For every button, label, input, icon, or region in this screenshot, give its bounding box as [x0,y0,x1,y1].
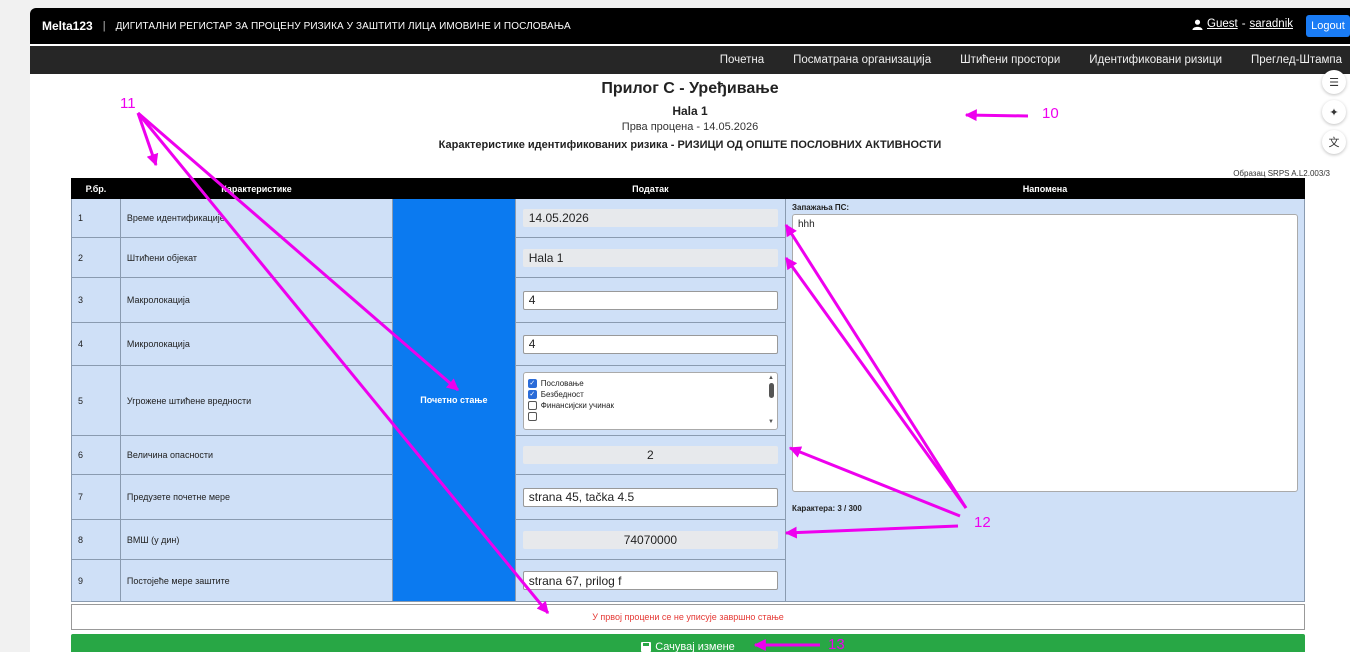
row-label: Угрожене штићене вредности [119,365,394,436]
final-state-message: У првој процени се не уписује завршно ст… [71,604,1305,630]
guest-link[interactable]: Guest [1207,18,1238,30]
row-number: 7 [71,474,121,520]
page-title: Прилог С - Уређивање [601,80,779,97]
object-name: Hala 1 [672,104,708,118]
floppy-disk-icon [641,642,652,652]
sparkle-icon[interactable]: ✦ [1322,100,1346,124]
save-button-label: Сачувај измене [655,641,735,652]
annotation-label-11: 11 [120,95,136,112]
microlocation-input[interactable]: 4 [522,334,778,354]
row-number: 5 [71,365,121,436]
nav-home[interactable]: Почетна [720,54,764,66]
vmsh-field: 74070000 [522,530,778,549]
checkbox-checked-icon[interactable]: ✓ [527,389,537,399]
option-business[interactable]: ✓ Пословање [527,378,777,389]
protected-object-field: Hala 1 [522,248,778,267]
row-label: Време идентификације [119,198,394,238]
row-number: 4 [71,322,121,366]
hazard-size-field: 2 [522,446,778,464]
multiselect-scrollbar[interactable]: ▲ ▼ [767,375,775,427]
macrolocation-input[interactable]: 4 [522,290,778,310]
scroll-thumb[interactable] [768,382,774,398]
row-label: Макролокација [119,277,394,323]
main-nav: Почетна Посматрана организација Штићени … [30,46,1350,74]
note-char-counter: Карактера: 3 / 300 [792,504,862,513]
initial-state-cell: Почетно стање [392,198,516,602]
row-label: Предузете почетне мере [119,474,394,520]
top-bar: Melta123 | ДИГИТАЛНИ РЕГИСТАР ЗА ПРОЦЕНУ… [30,8,1350,44]
page: Melta123 | ДИГИТАЛНИ РЕГИСТАР ЗА ПРОЦЕНУ… [30,8,1350,652]
annotation-label-13: 13 [828,636,845,652]
user-icon [1192,19,1203,30]
checkbox-empty-icon [527,411,537,421]
col-header-note: Напомена [785,178,1305,199]
username-link[interactable]: saradnik [1250,18,1293,30]
checkbox-checked-icon[interactable]: ✓ [527,378,537,388]
option-partial [527,411,777,422]
option-security[interactable]: ✓ Безбедност [527,389,777,400]
table-row: 1 Време идентификације Почетно стање 14.… [71,198,1305,602]
col-header-data: Податак [514,178,787,199]
scroll-down-icon[interactable]: ▼ [767,419,775,425]
app-title: ДИГИТАЛНИ РЕГИСТАР ЗА ПРОЦЕНУ РИЗИКА У З… [115,20,571,32]
logout-button[interactable]: Logout [1306,15,1350,37]
user-separator: - [1241,18,1246,30]
brand-logo[interactable]: Melta123 [42,19,93,33]
scroll-up-icon[interactable]: ▲ [767,375,775,381]
user-info: Guest - saradnik [1192,18,1293,30]
assessment-date: Прва процена - 14.05.2026 [621,121,759,133]
col-header-characteristics: Карактеристике [119,178,394,199]
save-changes-button[interactable]: Сачувај измене [71,634,1305,652]
nav-print-preview[interactable]: Преглед-Штампа [1251,54,1342,66]
note-textarea[interactable]: hhh [792,214,1298,492]
brand-separator: | [102,20,106,32]
col-header-num: Р.бр. [71,178,121,199]
side-toolbar: ☰ ✦ 文 [1322,70,1348,154]
col-header-state [392,178,516,199]
checkbox-empty-icon[interactable] [527,400,537,410]
risk-table: Р.бр. Карактеристике Податак Напомена 1 … [71,178,1305,602]
row-label: Штићени објекат [119,237,394,278]
annotation-label-10: 10 [1042,105,1059,122]
row-label: Микролокација [119,322,394,366]
book-icon[interactable]: ☰ [1322,70,1346,94]
form-code: Образац SRPS A.L2.003/3 [1233,169,1330,178]
annotation-label-12: 12 [974,514,991,531]
protected-values-multiselect[interactable]: ✓ Пословање ✓ Безбедност Финансијски учина… [522,371,778,430]
option-financial[interactable]: Финансијски учинак [527,400,777,411]
row-label: ВМШ (у дин) [119,519,394,560]
translate-icon[interactable]: 文 [1322,130,1346,154]
row-number: 1 [71,198,121,238]
note-cell: Запажања ПС: hhh Карактера: 3 / 300 [785,198,1305,602]
row-number: 9 [71,559,121,602]
row-number: 2 [71,237,121,278]
row-number: 6 [71,435,121,475]
nav-identified-risks[interactable]: Идентификовани ризици [1089,54,1222,66]
row-number: 3 [71,277,121,323]
nav-organization[interactable]: Посматрана организација [793,54,931,66]
nav-protected-spaces[interactable]: Штићени простори [960,54,1060,66]
row-number: 8 [71,519,121,560]
row-label: Величина опасности [119,435,394,475]
note-label: Запажања ПС: [792,203,850,212]
existing-measures-input[interactable]: strana 67, prilog f [522,571,778,590]
initial-measures-input[interactable]: strana 45, tačka 4.5 [522,487,778,507]
risk-characteristics-heading: Карактеристике идентификованих ризика - … [438,139,942,151]
row-label: Постојеће мере заштите [119,559,394,602]
identification-time-field: 14.05.2026 [522,209,778,227]
